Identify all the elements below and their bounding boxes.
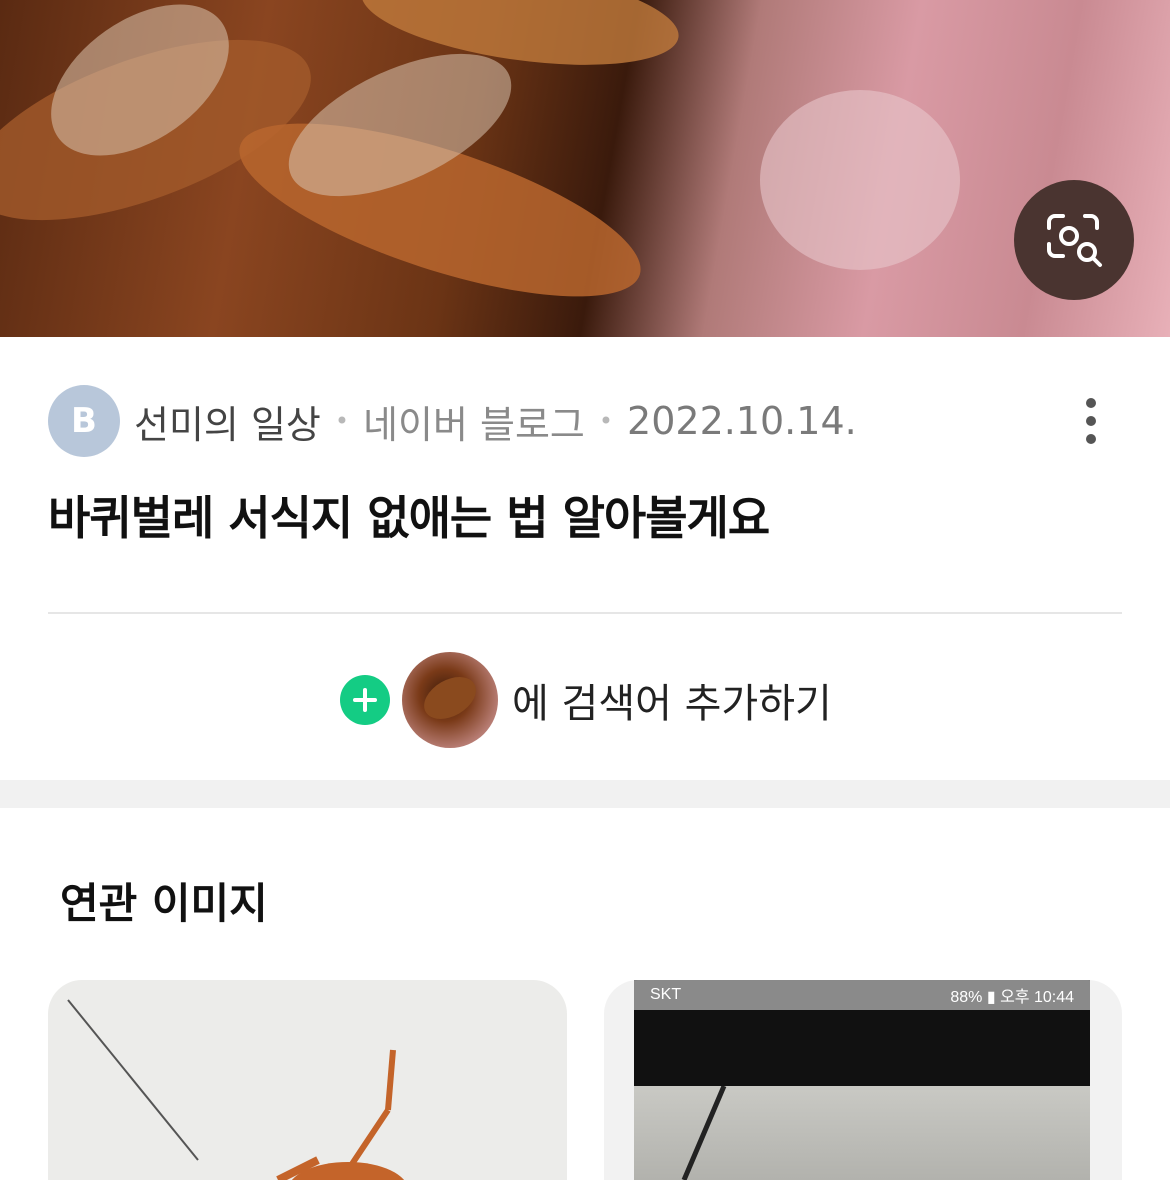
lens-search-button[interactable] xyxy=(1014,180,1134,300)
add-search-term-button[interactable]: 에 검색어 추가하기 xyxy=(340,652,832,748)
section-separator xyxy=(0,780,1170,808)
add-search-term-label: 에 검색어 추가하기 xyxy=(512,681,832,727)
related-image-card[interactable]: SKT 88% ▮ 오후 10:44 xyxy=(604,980,1122,1180)
cockroach-photo xyxy=(67,999,405,1180)
plus-icon-glyph xyxy=(353,688,377,712)
more-options-button[interactable] xyxy=(1076,391,1106,451)
related-images-title: 연관 이미지 xyxy=(60,879,268,928)
post-title[interactable]: 바퀴벌레 서식지 없애는 법 알아볼게요 xyxy=(48,482,770,548)
search-image-thumbnail xyxy=(402,652,498,748)
phone-photo xyxy=(634,1085,1090,1180)
thumbnail-shape xyxy=(416,668,484,728)
lens-search-icon xyxy=(1047,214,1102,267)
hero-image[interactable] xyxy=(0,0,1170,337)
blog-avatar[interactable]: B xyxy=(48,385,120,457)
divider xyxy=(48,612,1122,614)
phone-photo-art xyxy=(681,1085,727,1180)
phone-screenshot: SKT 88% ▮ 오후 10:44 xyxy=(634,980,1090,1180)
carrier-label: SKT xyxy=(650,986,682,1003)
plus-icon xyxy=(340,675,390,725)
separator-dot: • xyxy=(334,407,350,435)
more-vertical-icon-dot xyxy=(1086,434,1096,444)
more-vertical-icon-dot xyxy=(1086,416,1096,426)
post-date: 2022.10.14. xyxy=(627,399,857,443)
hero-shape xyxy=(760,90,960,270)
more-vertical-icon xyxy=(1086,398,1096,408)
phone-status-bar: SKT 88% ▮ 오후 10:44 xyxy=(634,980,1090,1010)
related-image-card[interactable] xyxy=(48,980,567,1180)
status-right: 88% ▮ 오후 10:44 xyxy=(950,989,1074,1006)
source-name: 네이버 블로그 xyxy=(363,402,585,447)
post-meta: B 선미의 일상 • 네이버 블로그 • 2022.10.14. xyxy=(48,385,1138,457)
separator-dot: • xyxy=(598,407,614,435)
blog-name[interactable]: 선미의 일상 xyxy=(134,394,321,449)
